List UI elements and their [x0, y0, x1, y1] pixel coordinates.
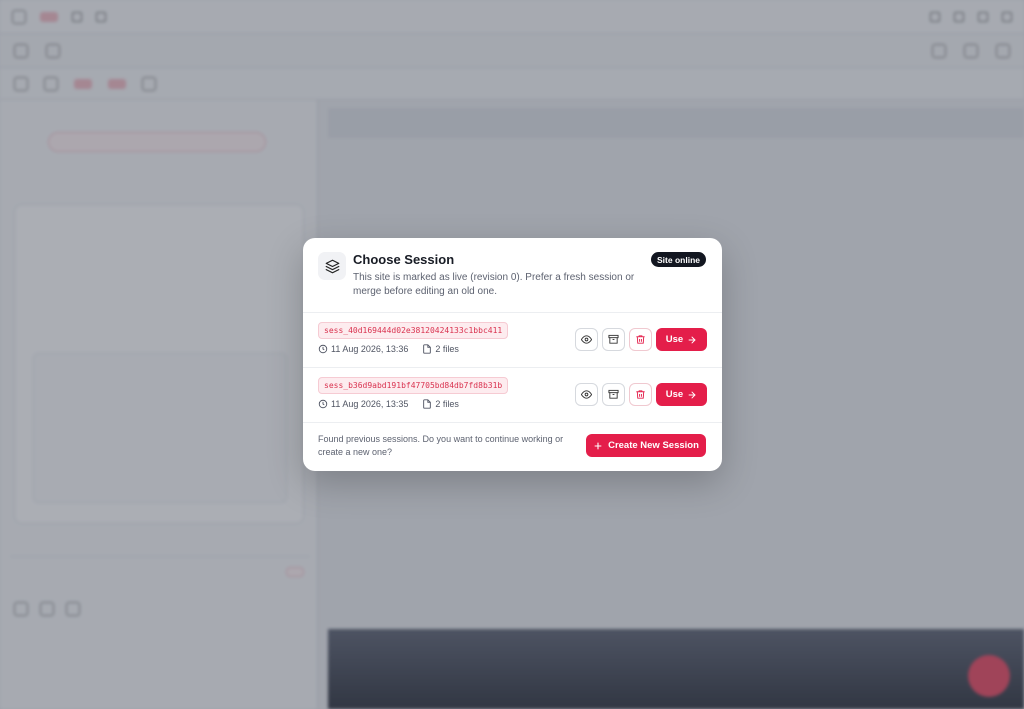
clock-icon: [318, 399, 328, 409]
session-date: 11 Aug 2026, 13:35: [331, 399, 409, 409]
session-files: 2 files: [435, 344, 459, 354]
arrow-right-icon: [688, 336, 696, 343]
trash-icon: [636, 335, 645, 344]
eye-icon: [581, 390, 592, 399]
delete-session-button[interactable]: [629, 328, 652, 351]
session-date: 11 Aug 2026, 13:36: [331, 344, 409, 354]
view-session-button[interactable]: [575, 383, 598, 406]
archive-icon: [608, 334, 619, 344]
session-id: sess_b36d9abd191bf47705bd84db7fd8b31b: [318, 377, 509, 394]
modal-description: This site is marked as live (revision 0)…: [353, 272, 635, 297]
footer-text: Found previous sessions. Do you want to …: [318, 434, 564, 457]
file-icon: [423, 344, 432, 354]
modal-header: Choose Session This site is marked as li…: [303, 238, 722, 313]
delete-session-button[interactable]: [629, 383, 652, 406]
session-row: sess_40d169444d02e38120424133c1bbc411 11…: [303, 313, 722, 368]
choose-session-modal: Choose Session This site is marked as li…: [303, 238, 722, 471]
file-icon: [423, 399, 432, 409]
session-files: 2 files: [435, 399, 459, 409]
create-label: Create New Session: [608, 440, 699, 451]
arrow-right-icon: [688, 391, 696, 398]
status-badge: Site online: [651, 252, 706, 267]
session-meta: 11 Aug 2026, 13:36 2 files: [318, 344, 459, 354]
archive-session-button[interactable]: [602, 383, 625, 406]
session-meta: 11 Aug 2026, 13:35 2 files: [318, 399, 459, 409]
archive-session-button[interactable]: [602, 328, 625, 351]
plus-icon: [594, 442, 602, 449]
session-id: sess_40d169444d02e38120424133c1bbc411: [318, 322, 509, 339]
use-label: Use: [665, 334, 684, 345]
trash-icon: [636, 390, 645, 399]
modal-footer: Found previous sessions. Do you want to …: [303, 423, 722, 471]
use-session-button[interactable]: Use: [656, 328, 707, 351]
session-actions: Use: [575, 328, 707, 351]
view-session-button[interactable]: [575, 328, 598, 351]
session-row: sess_b36d9abd191bf47705bd84db7fd8b31b 11…: [303, 368, 722, 423]
archive-icon: [608, 389, 619, 399]
create-new-session-button[interactable]: Create New Session: [586, 434, 706, 457]
use-session-button[interactable]: Use: [656, 383, 707, 406]
use-label: Use: [665, 389, 684, 400]
modal-title: Choose Session: [353, 252, 455, 267]
layers-icon: [318, 252, 346, 280]
clock-icon: [318, 344, 328, 354]
session-actions: Use: [575, 383, 707, 406]
eye-icon: [581, 335, 592, 344]
